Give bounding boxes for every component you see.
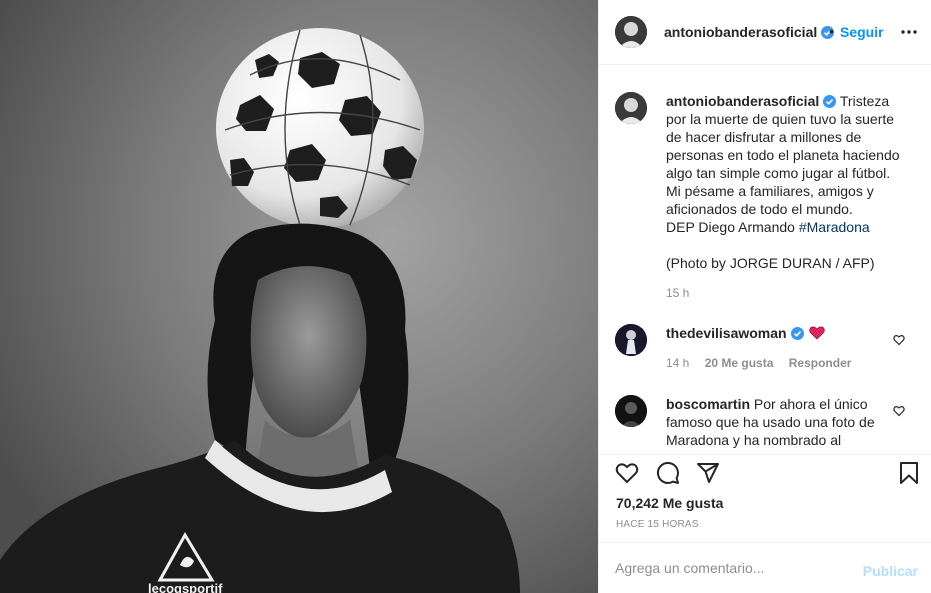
caption: antoniobanderasoficial Tristeza por la m… xyxy=(615,92,920,307)
comment-body: boscomartin Por ahora el único famoso qu… xyxy=(666,395,906,449)
add-comment-bar: Publicar xyxy=(599,542,931,593)
more-options-icon[interactable] xyxy=(899,22,919,42)
caption-time: 15 h xyxy=(666,286,690,300)
comment-username[interactable]: thedevilisawoman xyxy=(666,325,804,341)
commenter-avatar[interactable] xyxy=(615,324,647,356)
post-header: antoniobanderasoficial • Seguir xyxy=(599,0,931,65)
reply-button[interactable]: Responder xyxy=(789,356,852,370)
likes-count[interactable]: 70,242 Me gusta xyxy=(616,495,723,511)
share-icon[interactable] xyxy=(696,461,720,485)
caption-text: Tristeza por la muerte de quien tuvo la … xyxy=(666,93,900,217)
author-username[interactable]: antoniobanderasoficial xyxy=(664,24,835,40)
comment-meta: 14 h 20 Me gusta Responder xyxy=(666,354,906,372)
comments-list[interactable]: antoniobanderasoficial Tristeza por la m… xyxy=(599,66,931,454)
publish-button[interactable]: Publicar xyxy=(863,563,918,579)
comment-like-icon[interactable] xyxy=(893,405,905,417)
caption-credit: (Photo by JORGE DURAN / AFP) xyxy=(666,255,875,271)
photo-illustration: lecoqsportif xyxy=(0,0,598,593)
hashtag-link[interactable]: #Maradona xyxy=(799,219,870,235)
header-separator: • xyxy=(829,23,834,39)
verified-badge-icon xyxy=(790,327,804,340)
jersey-text: lecoqsportif xyxy=(148,581,223,593)
post-side-panel: antoniobanderasoficial • Seguir antoniob… xyxy=(598,0,931,593)
follow-button[interactable]: Seguir xyxy=(840,24,884,40)
caption-avatar[interactable] xyxy=(615,92,647,124)
caption-body: antoniobanderasoficial Tristeza por la m… xyxy=(666,92,906,302)
post-actions: 70,242 Me gusta HACE 15 HORAS xyxy=(599,454,931,542)
comment-icon[interactable] xyxy=(656,461,680,485)
author-avatar[interactable] xyxy=(615,16,647,48)
heart-icon[interactable] xyxy=(615,461,639,485)
comment-likes[interactable]: 20 Me gusta xyxy=(705,356,774,370)
comment-like-icon[interactable] xyxy=(893,334,905,346)
comment-input[interactable] xyxy=(615,557,855,579)
comment-body: thedevilisawoman 14 h 20 Me gusta Respon… xyxy=(666,324,906,372)
post-timestamp: HACE 15 HORAS xyxy=(616,519,699,530)
soccer-ball-icon xyxy=(216,28,424,228)
caption-dep-text: DEP Diego Armando xyxy=(666,219,799,235)
red-heart-emoji-icon xyxy=(809,326,826,340)
bookmark-icon[interactable] xyxy=(897,461,921,485)
caption-username[interactable]: antoniobanderasoficial xyxy=(666,93,837,109)
comment-item: thedevilisawoman 14 h 20 Me gusta Respon… xyxy=(615,324,920,374)
comment-username[interactable]: boscomartin xyxy=(666,396,750,412)
verified-badge-icon xyxy=(823,95,837,108)
comment-time: 14 h xyxy=(666,356,690,370)
post-photo[interactable]: lecoqsportif xyxy=(0,0,598,593)
commenter-avatar[interactable] xyxy=(615,395,647,427)
comment-item: boscomartin Por ahora el único famoso qu… xyxy=(615,395,920,454)
